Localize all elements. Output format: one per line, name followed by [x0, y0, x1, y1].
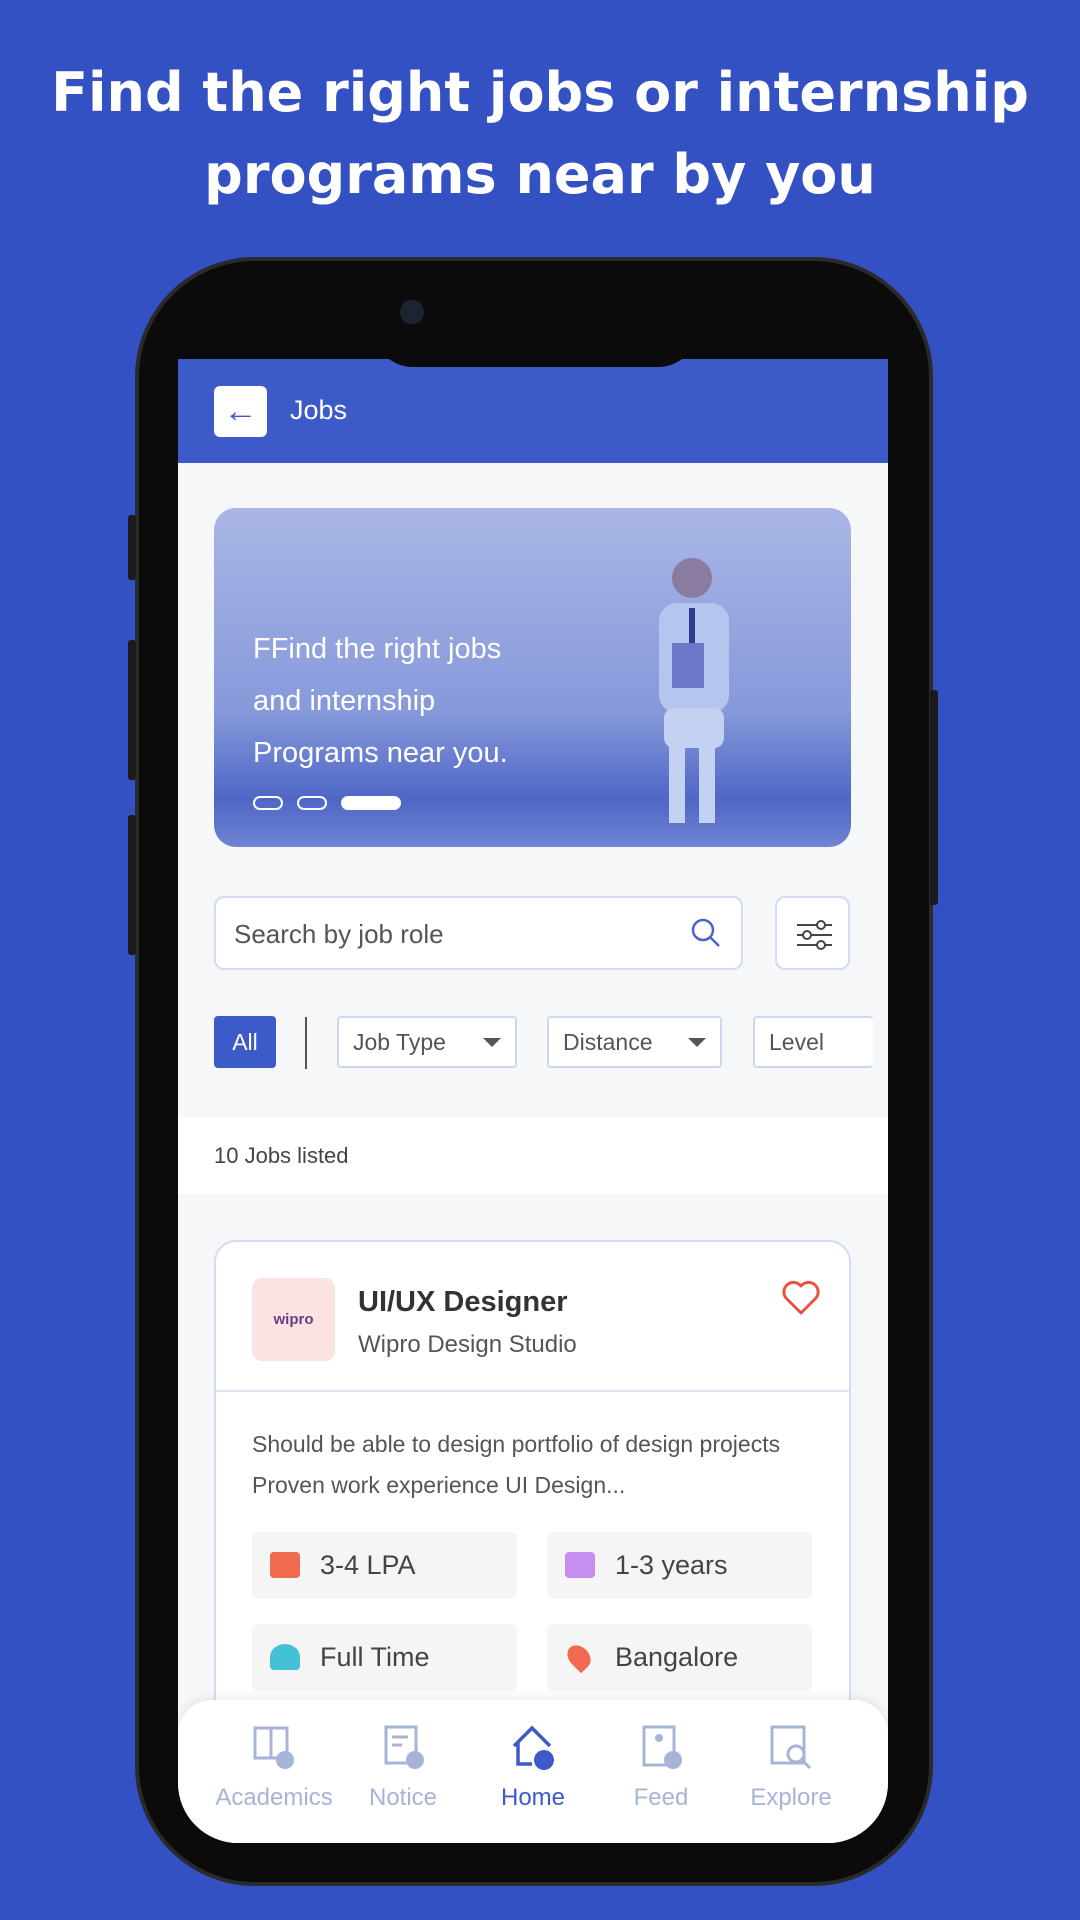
salary: 3-4 LPA: [320, 1550, 416, 1580]
feed-icon: [642, 1725, 682, 1769]
jobs-count-bar: 10 Jobs listed: [178, 1117, 888, 1194]
nav-academics[interactable]: Academics: [209, 1722, 339, 1812]
phone-button: [128, 515, 136, 580]
user-icon: [270, 1644, 300, 1670]
job-description: Should be able to design portfolio of de…: [252, 1431, 781, 1498]
nav-notice[interactable]: Notice: [338, 1722, 468, 1812]
phone-button: [128, 640, 136, 780]
promo-banner[interactable]: FFind the right jobs and internship Prog…: [214, 508, 851, 847]
heart-icon[interactable]: [781, 1280, 821, 1316]
explore-icon: [770, 1725, 812, 1770]
company-name: Wipro Design Studio: [358, 1331, 577, 1358]
filter-chip-job-type[interactable]: Job Type: [337, 1016, 517, 1068]
carousel-indicator: [253, 796, 401, 810]
phone-button: [930, 690, 938, 905]
bottom-nav: Academics Notice Home Feed Explore: [178, 1700, 888, 1843]
nav-label: Notice: [368, 1784, 438, 1811]
jobs-count: 10 Jobs listed: [214, 1143, 349, 1168]
banner-line: and internship: [253, 685, 436, 717]
salary-tag: 3-4 LPA: [252, 1532, 517, 1599]
search-icon[interactable]: [689, 916, 723, 950]
nav-label: Explore: [750, 1784, 832, 1811]
nav-home[interactable]: Home: [468, 1722, 598, 1812]
banner-line: Programs near you.: [253, 737, 508, 769]
caret-down-icon: [688, 1038, 706, 1047]
experience-tag: 1-3 years: [547, 1532, 812, 1599]
location-pin-icon: [562, 1640, 596, 1674]
search-placeholder: Search by job role: [234, 919, 444, 949]
chip-label: Job Type: [353, 1029, 446, 1055]
back-button[interactable]: ←: [214, 386, 267, 437]
company-logo: wipro: [252, 1278, 335, 1361]
nav-label: Home: [500, 1784, 566, 1811]
headline-line1: Find the right jobs or internship: [51, 61, 1029, 124]
location: Bangalore: [615, 1642, 739, 1672]
phone-button: [128, 815, 136, 955]
headline-line2: programs near by you: [204, 143, 876, 206]
job-type: Full Time: [320, 1642, 430, 1672]
person-illustration: [659, 558, 729, 823]
headline: Find the right jobs or internship progra…: [0, 52, 1080, 216]
briefcase-icon: [565, 1552, 595, 1578]
location-tag: Bangalore: [547, 1624, 812, 1691]
filter-button[interactable]: [775, 896, 850, 970]
page-title: Jobs: [290, 395, 348, 425]
experience: 1-3 years: [615, 1550, 728, 1580]
home-icon: [512, 1725, 554, 1770]
caret-down-icon: [483, 1038, 501, 1047]
arrow-left-icon: ←: [223, 392, 258, 430]
job-title: UI/UX Designer: [358, 1286, 568, 1318]
filter-chip-all[interactable]: All: [214, 1016, 276, 1068]
divider: [216, 1390, 849, 1392]
chip-label: Distance: [563, 1029, 653, 1055]
wallet-icon: [270, 1552, 300, 1578]
divider: [305, 1017, 307, 1069]
search-input[interactable]: Search by job role: [214, 896, 743, 970]
app-screen: ← Jobs FFind the right jobs and internsh…: [178, 359, 888, 1843]
nav-label: Academics: [215, 1784, 333, 1811]
filter-chip-distance[interactable]: Distance: [547, 1016, 722, 1068]
sliders-icon: [797, 920, 832, 950]
nav-label: Feed: [633, 1784, 689, 1811]
carousel-dot-active[interactable]: [341, 796, 401, 810]
chip-label: Level: [769, 1029, 824, 1055]
camera: [400, 300, 424, 324]
filter-chip-level[interactable]: Level: [753, 1016, 873, 1068]
nav-explore[interactable]: Explore: [726, 1722, 856, 1812]
carousel-dot[interactable]: [297, 796, 327, 810]
job-type-tag: Full Time: [252, 1624, 517, 1691]
book-icon: [253, 1726, 294, 1769]
nav-feed[interactable]: Feed: [596, 1722, 726, 1812]
notice-icon: [384, 1725, 424, 1769]
carousel-dot[interactable]: [253, 796, 283, 810]
app-header: ← Jobs: [178, 359, 888, 463]
banner-line: FFind the right jobs: [253, 633, 502, 665]
